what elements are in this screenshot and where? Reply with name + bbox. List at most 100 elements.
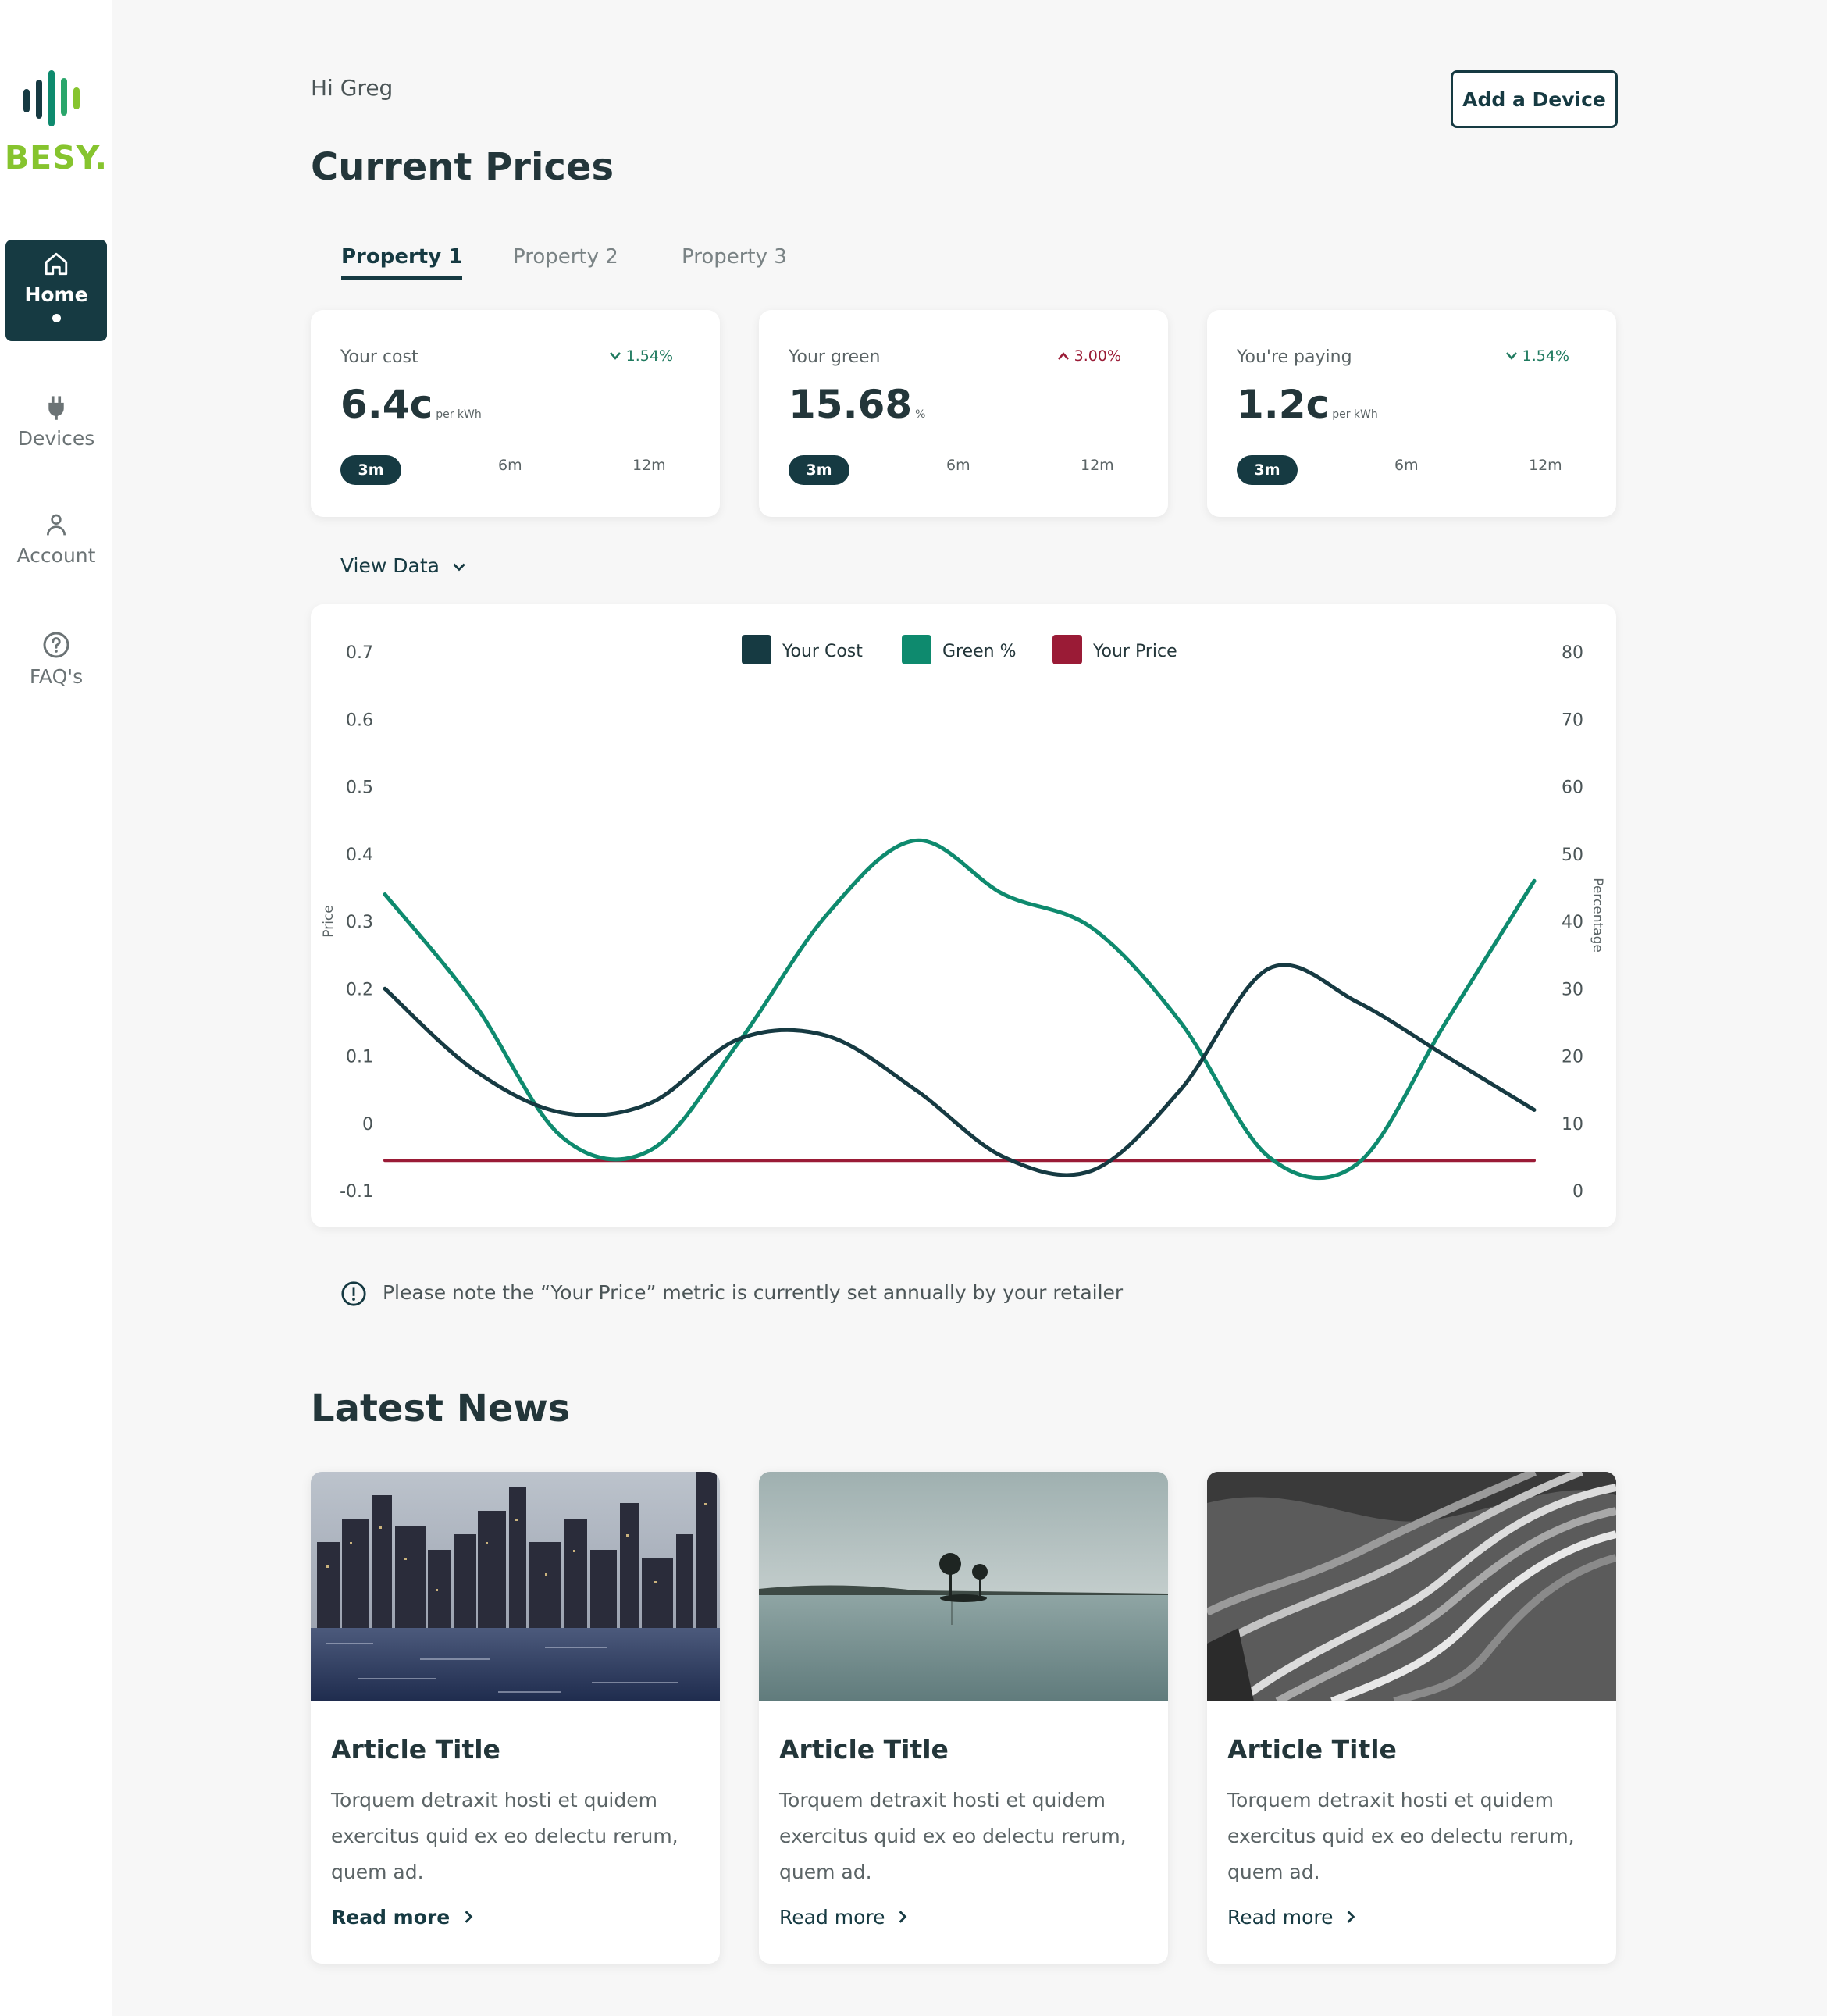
change-indicator: 1.54%	[609, 347, 673, 365]
user-icon	[47, 514, 66, 536]
tab-property-2[interactable]: Property 2	[513, 245, 618, 269]
y2-tick-label: 70	[1562, 711, 1583, 730]
tab-property-1[interactable]: Property 1	[341, 245, 463, 280]
info-icon	[341, 1281, 366, 1306]
nav-home-label: Home	[24, 283, 88, 306]
home-icon	[45, 252, 68, 276]
y2-tick-label: 20	[1562, 1048, 1583, 1067]
line-chart: 0.7 0.6 0.5 0.4 0.3 0.2 0.1 0 -0.1 80 70 60 50 40 30 20…	[321, 635, 1605, 1202]
nav-devices[interactable]: Devices	[5, 394, 107, 450]
brand-name: BESY.	[4, 139, 109, 176]
article-body: Torquem detraxit hosti et quidem exercit…	[1227, 1789, 1575, 1883]
chart-card: 0.7 0.6 0.5 0.4 0.3 0.2 0.1 0 -0.1 80 70 60 50 40 30 20…	[311, 604, 1616, 1227]
y-tick-label: 0.3	[346, 913, 373, 932]
logo-bars-icon	[23, 70, 80, 126]
read-more-link[interactable]: Read more	[331, 1906, 474, 1929]
change-indicator: 3.00%	[1057, 347, 1121, 365]
nav-faqs[interactable]: FAQ's	[5, 631, 107, 688]
y2-tick-label: 40	[1562, 913, 1583, 932]
nav-account[interactable]: Account	[5, 511, 107, 567]
brand-logo[interactable]: BESY.	[0, 67, 112, 176]
period-12m[interactable]: 12m	[1081, 457, 1114, 474]
nav-devices-label: Devices	[17, 427, 95, 450]
info-note: Please note the “Your Price” metric is c…	[340, 1280, 1123, 1307]
value-unit: per kWh	[1332, 408, 1378, 421]
legend-label: Green %	[942, 642, 1017, 661]
view-data-label: View Data	[340, 554, 440, 577]
article-title: Article Title	[1227, 1734, 1397, 1765]
article-card[interactable]: Article Title Torquem detraxit hosti et …	[759, 1472, 1168, 1964]
article-title: Article Title	[779, 1734, 949, 1765]
value-number: 6.4c	[340, 382, 433, 427]
change-value: 3.00%	[1074, 347, 1121, 365]
city-skyline-image	[311, 1472, 720, 1701]
help-circle-icon	[43, 632, 69, 658]
card-label: Your green	[789, 347, 881, 367]
card-value: 15.68%	[789, 382, 925, 427]
y-tick-label: 0.1	[346, 1048, 373, 1067]
legend-label: Your Cost	[782, 642, 863, 661]
period-6m[interactable]: 6m	[498, 457, 522, 474]
read-more-link[interactable]: Read more	[779, 1906, 908, 1929]
y-tick-label: 0.6	[346, 711, 373, 730]
view-data-toggle[interactable]: View Data	[340, 554, 466, 577]
chevron-down-icon	[609, 352, 621, 360]
series-line-your-cost	[383, 963, 1537, 1177]
card-label: You're paying	[1237, 347, 1352, 367]
period-6m[interactable]: 6m	[1394, 457, 1419, 474]
chevron-right-icon	[899, 1911, 907, 1923]
news-title: Latest News	[311, 1387, 571, 1430]
read-more-link[interactable]: Read more	[1227, 1906, 1356, 1929]
period-3m[interactable]: 3m	[1237, 455, 1298, 485]
y-tick-label: -0.1	[340, 1182, 373, 1202]
greeting: Hi Greg	[311, 75, 394, 101]
value-unit: per kWh	[436, 408, 482, 421]
article-title: Article Title	[331, 1734, 500, 1765]
page-title: Current Prices	[311, 145, 614, 189]
value-number: 15.68	[789, 382, 913, 427]
tab-property-3[interactable]: Property 3	[682, 245, 787, 269]
note-text: Please note the “Your Price” metric is c…	[382, 1281, 1124, 1304]
y2-tick-label: 50	[1562, 846, 1583, 865]
card-label: Your cost	[340, 347, 418, 367]
nav-faqs-label: FAQ's	[29, 665, 84, 688]
chevron-down-icon	[453, 563, 465, 572]
chevron-right-icon	[1348, 1911, 1355, 1923]
cost-card: Your cost 1.54% 6.4c per kWh 3m 6m 12m	[311, 310, 720, 517]
chevron-down-icon	[1505, 352, 1517, 360]
legend-swatch	[902, 635, 931, 664]
green-card: Your green 3.00% 15.68% 3m 6m 12m	[759, 310, 1168, 517]
change-value: 1.54%	[1522, 347, 1569, 365]
y-tick-label: 0.7	[346, 643, 373, 663]
lake-island-image	[759, 1472, 1168, 1701]
period-3m[interactable]: 3m	[789, 455, 849, 485]
change-indicator: 1.54%	[1505, 347, 1569, 365]
y2-tick-label: 10	[1562, 1115, 1583, 1134]
article-card[interactable]: Article Title Torquem detraxit hosti et …	[311, 1472, 720, 1964]
value-number: 1.2c	[1237, 382, 1330, 427]
y2-tick-label: 0	[1572, 1182, 1583, 1202]
article-body: Torquem detraxit hosti et quidem exercit…	[331, 1789, 678, 1883]
y2-tick-label: 60	[1562, 778, 1583, 798]
period-6m[interactable]: 6m	[946, 457, 970, 474]
card-value: 6.4c per kWh	[340, 382, 482, 427]
add-device-button[interactable]: Add a Device	[1451, 70, 1618, 128]
legend-swatch	[742, 635, 771, 664]
value-unit: %	[915, 408, 926, 421]
y2-tick-label: 80	[1562, 643, 1583, 663]
y-tick-label: 0.4	[346, 846, 373, 865]
period-12m[interactable]: 12m	[632, 457, 666, 474]
article-card[interactable]: Article Title Torquem detraxit hosti et …	[1207, 1472, 1616, 1964]
plug-icon	[48, 396, 64, 420]
legend-swatch	[1052, 635, 1082, 664]
nav-home[interactable]: Home	[5, 240, 107, 341]
chevron-up-icon	[1057, 352, 1069, 360]
article-body: Torquem detraxit hosti et quidem exercit…	[779, 1789, 1127, 1883]
period-12m[interactable]: 12m	[1529, 457, 1562, 474]
chevron-right-icon	[465, 1911, 473, 1923]
y-axis-title: Price	[321, 905, 337, 937]
period-3m[interactable]: 3m	[340, 455, 401, 485]
sidebar: BESY. Home Devices Account FAQ's	[0, 0, 112, 2016]
y-tick-label: 0.2	[346, 980, 373, 999]
y-tick-label: 0	[362, 1115, 373, 1134]
